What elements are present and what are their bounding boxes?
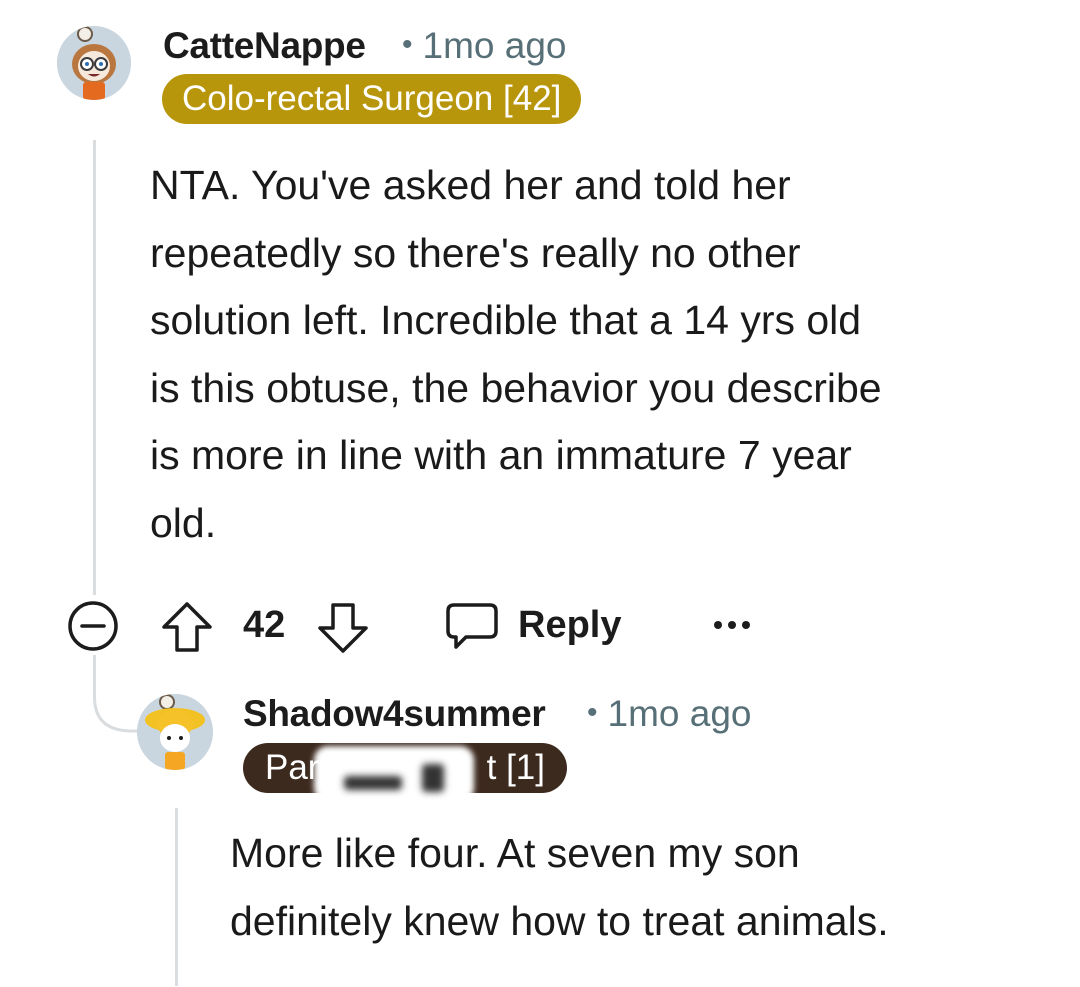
reply-button[interactable]: Reply xyxy=(518,595,621,655)
comment-action-bar: 42 Reply xyxy=(62,595,782,655)
comment-line: old. xyxy=(150,499,217,546)
flair-text-start: Par xyxy=(265,748,320,787)
comment-username[interactable]: Shadow4summer xyxy=(243,693,546,735)
flair-text-end: t [1] xyxy=(486,748,545,787)
user-flair: Colo-rectal Surgeon [42] xyxy=(162,74,582,124)
comment-timestamp: • 1mo ago xyxy=(402,25,567,67)
reply-bubble-icon[interactable] xyxy=(444,601,500,653)
collapse-minus-icon[interactable] xyxy=(65,598,121,654)
comment-line: More like four. At seven my son xyxy=(230,830,800,876)
separator-dot: • xyxy=(587,696,598,729)
comment-line: is more in line with an immature 7 year xyxy=(150,432,852,478)
comment-username[interactable]: CatteNappe xyxy=(163,25,366,67)
comment-body: More like four. At seven my son definite… xyxy=(230,820,889,955)
comment-line: is this obtuse, the behavior you describ… xyxy=(150,364,882,411)
downvote-arrow-icon[interactable] xyxy=(316,601,370,655)
avatar[interactable] xyxy=(57,26,131,100)
comment-timestamp: • 1mo ago xyxy=(587,693,752,735)
thread-line-main[interactable] xyxy=(93,140,96,595)
separator-dot: • xyxy=(402,28,413,61)
comment-line: definitely knew how to treat animals. xyxy=(230,897,889,944)
upvote-arrow-icon[interactable] xyxy=(160,600,214,654)
comment-line: solution left. Incredible that a 14 yrs … xyxy=(150,297,862,343)
thread-line-child[interactable] xyxy=(175,808,178,986)
comment-line: repeatedly so there's really no other xyxy=(150,229,801,276)
more-options-icon[interactable] xyxy=(712,617,752,633)
vote-score: 42 xyxy=(243,604,286,646)
avatar[interactable] xyxy=(137,694,213,770)
timestamp-text: 1mo ago xyxy=(422,25,567,66)
comment-body: NTA. You've asked her and told her repea… xyxy=(150,152,882,557)
redaction-overlay xyxy=(314,746,474,802)
timestamp-text: 1mo ago xyxy=(607,693,752,734)
comment-line: NTA. You've asked her and told her xyxy=(150,162,791,208)
